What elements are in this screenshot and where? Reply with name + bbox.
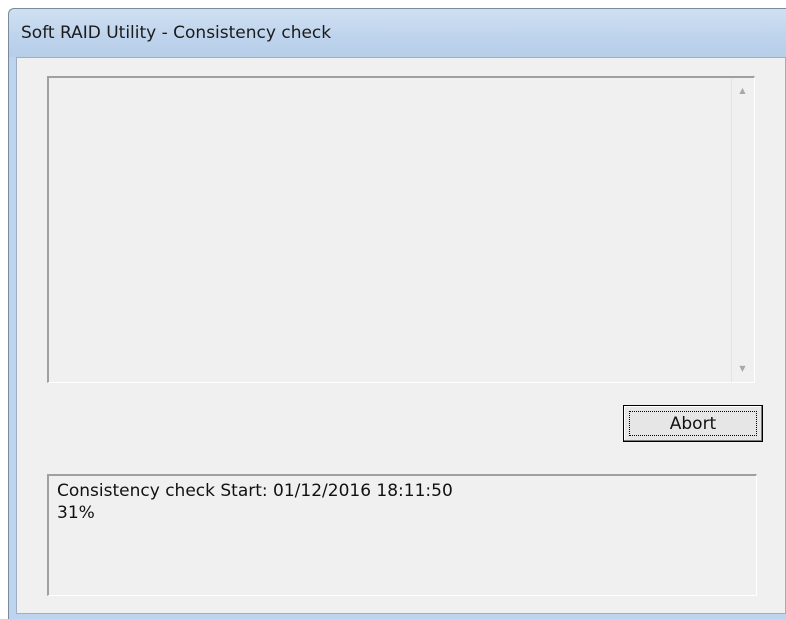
consistency-check-window: Soft RAID Utility - Consistency check ▲ … [8,8,786,619]
status-start-line: Consistency check Start: 01/12/2016 18:1… [57,481,453,501]
abort-button-label: Abort [669,414,717,434]
scroll-up-arrow-icon[interactable]: ▲ [737,86,748,96]
title-bar[interactable]: Soft RAID Utility - Consistency check [9,9,786,57]
scroll-down-arrow-icon[interactable]: ▼ [737,364,748,374]
window-title: Soft RAID Utility - Consistency check [21,23,332,43]
dialog-client-area: ▲ ▼ Abort Consistency check Start: 01/12… [16,57,786,614]
results-scrollbar[interactable]: ▲ ▼ [731,78,754,382]
status-progress-text: 31% [57,503,95,523]
results-list[interactable]: ▲ ▼ [47,76,755,383]
abort-button[interactable]: Abort [623,405,763,442]
status-output-box[interactable]: Consistency check Start: 01/12/2016 18:1… [47,474,757,596]
